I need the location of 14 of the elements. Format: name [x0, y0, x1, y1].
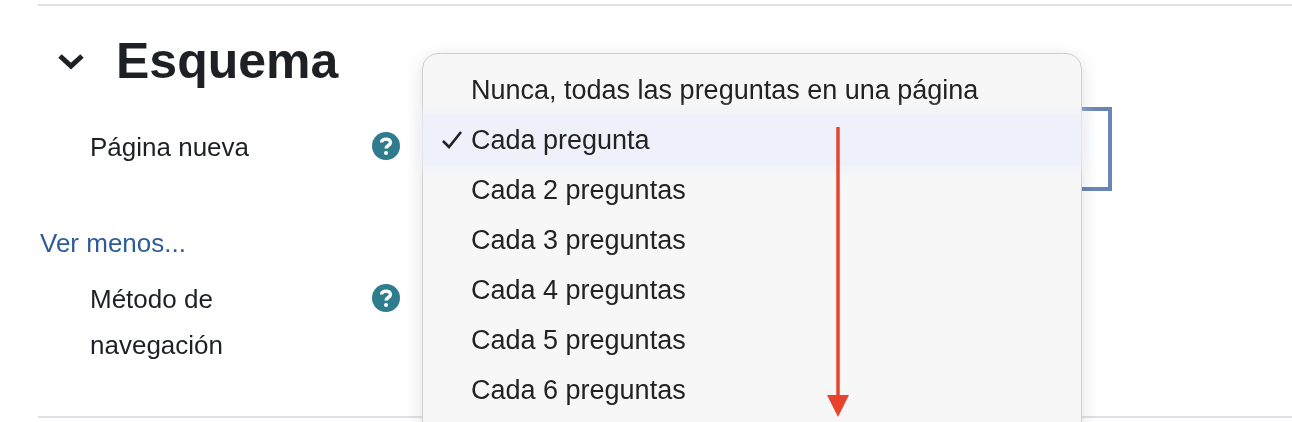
dropdown-option[interactable]: Cada 6 preguntas: [423, 365, 1081, 415]
help-icon[interactable]: [372, 132, 400, 160]
dropdown-option[interactable]: Cada 5 preguntas: [423, 315, 1081, 365]
dropdown-option[interactable]: Nunca, todas las preguntas en una página: [423, 65, 1081, 115]
dropdown-option[interactable]: Cada 4 preguntas: [423, 265, 1081, 315]
checkmark-icon: [441, 130, 463, 150]
section-title: Esquema: [116, 32, 339, 90]
dropdown-option[interactable]: Cada pregunta: [423, 115, 1081, 165]
field-label: Página nueva: [90, 131, 251, 164]
field-label: Método de navegación: [90, 283, 224, 362]
help-icon[interactable]: [372, 284, 400, 312]
chevron-icon[interactable]: [56, 51, 86, 71]
dropdown-option[interactable]: Cada 3 preguntas: [423, 215, 1081, 265]
dropdown-option[interactable]: Cada 2 preguntas: [423, 165, 1081, 215]
